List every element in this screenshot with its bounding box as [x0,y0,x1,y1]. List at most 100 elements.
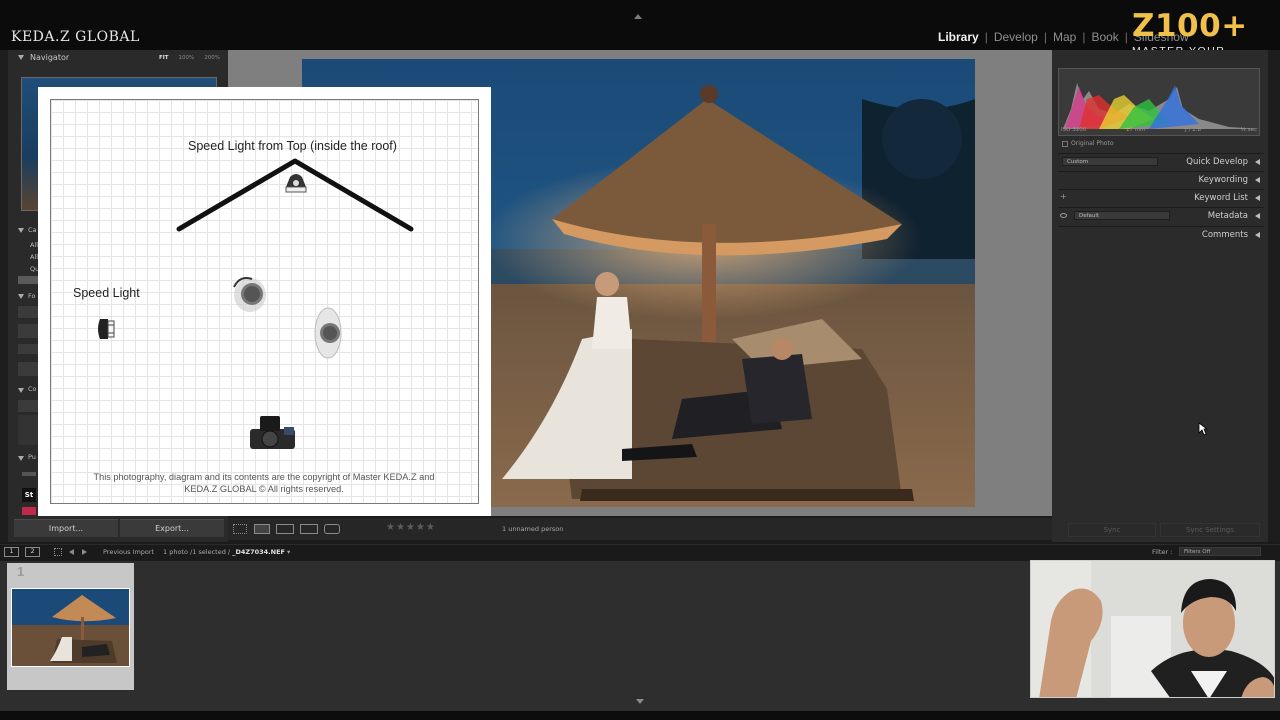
left-panel-edge[interactable] [0,50,8,542]
navigator-header[interactable]: Navigator FIT 100% 200% [14,53,224,67]
folder-item[interactable] [18,344,38,354]
comments-header[interactable]: Comments [1058,226,1264,243]
iso-value: ISO 3200 [1061,127,1087,133]
flickr-service-icon[interactable] [22,507,36,515]
zoom-fit[interactable]: FIT [159,55,169,61]
presenter-webcam [1030,560,1275,698]
collapse-triangle-icon [18,55,24,60]
zoom-100[interactable]: 100% [179,55,195,61]
module-separator: | [1082,30,1086,44]
publish-divider [22,472,36,476]
catalog-item[interactable]: Qu [30,265,38,273]
filter-label: Filter : [1152,548,1173,556]
collection-search[interactable] [18,400,38,412]
module-separator: | [1043,30,1047,44]
bottom-bar [0,711,1280,720]
back-arrow-icon[interactable] [69,549,74,555]
comments-label: Comments [1201,230,1248,240]
module-book[interactable]: Book [1091,30,1118,44]
metadata-label: Metadata [1207,211,1248,221]
top-speedlight-icon [285,174,307,193]
collapse-triangle-icon[interactable] [18,228,24,233]
stock-service-icon[interactable]: St [22,488,36,502]
filmstrip-source[interactable]: Previous Import [103,548,154,556]
expand-triangle-icon [1255,177,1260,183]
import-button[interactable]: Import... [14,519,118,537]
expand-triangle-icon [1255,213,1260,219]
logo-title: Z100+ [1132,8,1248,44]
navigator-zoom-options: FIT 100% 200% [159,55,220,61]
sync-metadata-button[interactable]: Sync [1068,523,1156,537]
export-button[interactable]: Export... [120,519,224,537]
loupe-view-icon[interactable] [254,524,270,534]
quick-develop-label: Quick Develop [1186,157,1248,167]
mouse-cursor-icon [1198,422,1208,436]
forward-arrow-icon[interactable] [82,549,87,555]
zoom-200[interactable]: 200% [204,55,220,61]
catalog-item-selected[interactable] [18,276,38,284]
publish-section-label[interactable]: Pu [28,453,38,461]
grid-view-icon[interactable] [54,548,62,556]
camera-icon [250,416,295,449]
focal-length-value: 17 mm [1125,127,1146,133]
grid-view-icon[interactable] [233,524,247,534]
selection-count: 1 photo /1 selected / [163,548,231,556]
library-toolbar [228,518,1052,540]
keywording-header[interactable]: Keywording [1058,171,1264,188]
collections-section-label[interactable]: Co [28,385,38,393]
collapse-triangle-icon[interactable] [18,456,24,461]
identity-plate: KEDA.Z GLOBAL [11,29,140,45]
groom-subject-icon [233,277,266,312]
star-rating[interactable]: ★★★★★ [386,522,436,533]
quick-develop-header[interactable]: Custom Quick Develop [1058,153,1264,170]
roof-line [176,158,414,232]
add-keyword-icon[interactable]: + [1060,192,1067,201]
sync-settings-button[interactable]: Sync Settings [1160,523,1260,537]
right-panel-edge[interactable] [1268,50,1280,542]
survey-view-icon[interactable] [300,524,318,534]
catalog-item[interactable]: All [30,241,38,249]
catalog-section-label[interactable]: Ca [28,226,38,234]
module-map[interactable]: Map [1053,30,1076,44]
selected-filename[interactable]: _D4Z7034.NEF [232,548,285,556]
filter-select[interactable]: Filters Off [1179,547,1261,556]
folder-search[interactable] [18,306,38,318]
people-view-icon[interactable] [324,524,340,534]
main-window-button[interactable]: 1 [4,547,19,557]
diagram-copyright: This photography, diagram and its conten… [93,472,435,494]
original-photo-checkbox[interactable] [1062,140,1068,147]
module-separator: | [1124,30,1128,44]
volume-item[interactable] [18,324,38,338]
collapse-top-panel-arrow-icon[interactable] [634,14,642,19]
metadata-header[interactable]: Default Metadata [1058,207,1264,224]
saved-preset-select[interactable]: Custom [1062,157,1158,166]
filmstrip-cell-number: 1 [17,564,25,579]
eye-icon [1060,213,1067,218]
keyword-list-label: Keyword List [1194,193,1248,203]
collapse-triangle-icon[interactable] [18,294,24,299]
expand-triangle-icon [1255,195,1260,201]
original-photo-label: Original Photo [1071,140,1114,147]
module-separator: | [984,30,988,44]
secondary-window-button[interactable]: 2 [25,547,40,557]
collection-list[interactable] [18,415,38,445]
metadata-preset-select[interactable]: Default [1074,211,1170,220]
histogram [1058,68,1260,136]
keyword-list-header[interactable]: + Keyword List [1058,189,1264,206]
expand-triangle-icon [1255,159,1260,165]
original-photo-option[interactable]: Original Photo [1062,140,1114,147]
diagram-title: Speed Light from Top (inside the roof) [188,139,397,153]
module-library[interactable]: Library [938,30,979,44]
collapse-filmstrip-arrow-icon[interactable] [636,699,644,704]
folder-item[interactable] [18,362,38,376]
collapse-triangle-icon[interactable] [18,388,24,393]
compare-view-icon[interactable] [276,524,294,534]
filmstrip-thumbnail[interactable] [11,588,130,667]
keywording-label: Keywording [1198,175,1248,185]
folders-section-label[interactable]: Fo [28,292,38,300]
catalog-item[interactable]: All [30,253,38,261]
expand-triangle-icon [1255,232,1260,238]
histogram-info: ISO 3200 17 mm ƒ / 2.8 ⅙ sec [1061,127,1257,133]
module-develop[interactable]: Develop [994,30,1038,44]
navigator-title: Navigator [30,53,70,62]
